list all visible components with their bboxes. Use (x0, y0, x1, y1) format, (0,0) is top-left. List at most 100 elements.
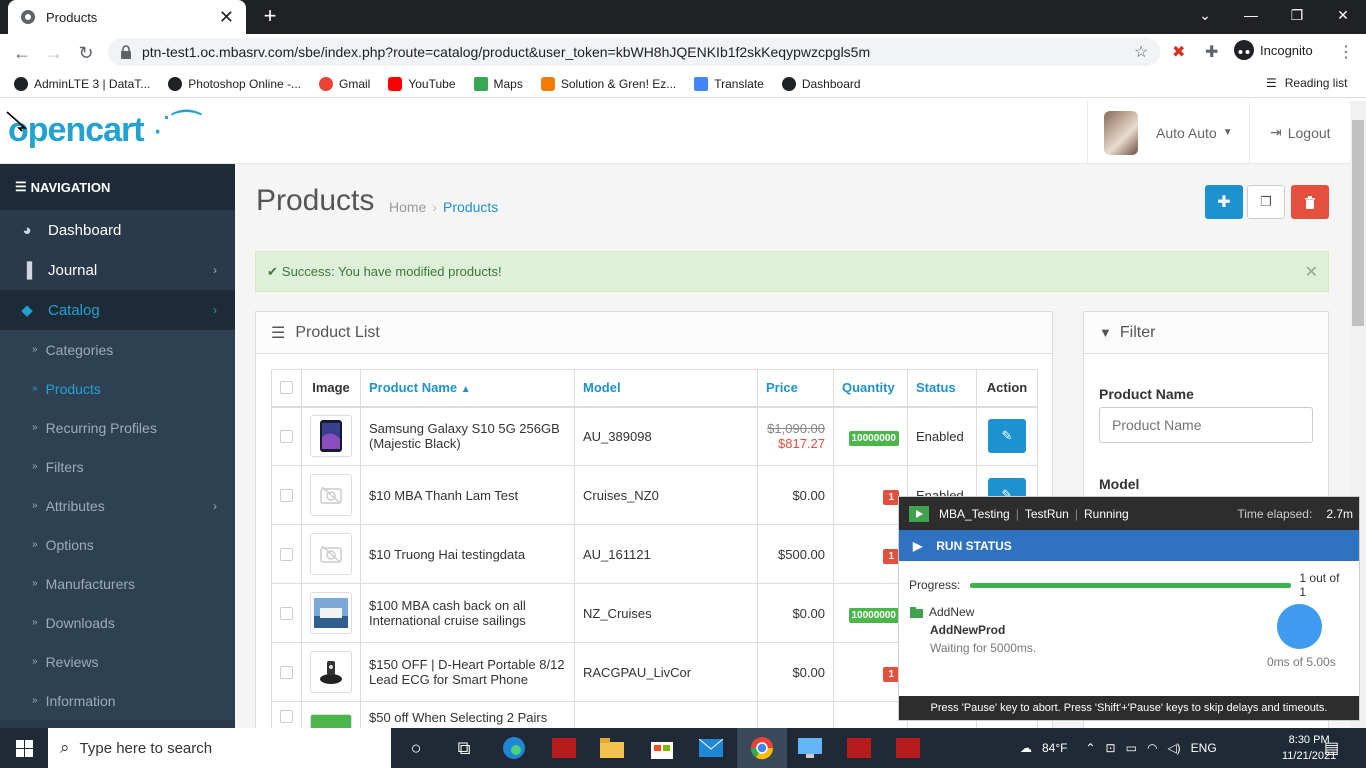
product-quantity: 1 (833, 524, 908, 584)
sign-out-icon: ⇥ (1270, 124, 1282, 140)
back-button[interactable]: ← (9, 40, 35, 66)
row-checkbox[interactable] (280, 429, 293, 443)
runner-progress: Progress: 1 out of 1 (909, 571, 1349, 599)
add-new-button[interactable]: ✚ (1205, 185, 1243, 219)
sidebar-item-dashboard[interactable]: ◕ Dashboard (0, 210, 235, 250)
bookmark-icon (168, 76, 183, 91)
runner-footer: Press 'Pause' key to abort. Press 'Shift… (899, 696, 1359, 720)
avatar (1104, 110, 1138, 155)
sidebar-subitem-filters[interactable]: » Filters (0, 447, 235, 486)
reading-list-button[interactable]: ☰ Reading list (1266, 76, 1347, 90)
runner-app-icon (909, 505, 929, 522)
battery-icon[interactable]: ▭ (1126, 741, 1137, 755)
bookmark-item[interactable]: Photoshop Online -... (168, 76, 301, 91)
weather-icon[interactable]: ☁ (1020, 741, 1032, 755)
column-quantity[interactable]: Quantity (833, 369, 908, 408)
user-menu[interactable]: Auto Auto ▼ (1087, 101, 1233, 164)
sidebar-subitem-reviews[interactable]: » Reviews (0, 642, 235, 681)
bookmark-item[interactable]: Dashboard (781, 76, 861, 91)
sidebar-subitem-options[interactable]: » Options (0, 525, 235, 564)
sidebar-subitem-attributes[interactable]: » Attributes › (0, 486, 235, 525)
edge-icon[interactable] (500, 734, 528, 762)
store-icon[interactable] (648, 734, 676, 762)
breadcrumb-home[interactable]: Home (389, 199, 426, 215)
row-checkbox[interactable] (280, 606, 293, 620)
column-model[interactable]: Model (574, 369, 758, 408)
sidebar-subitem-manufacturers[interactable]: » Manufacturers (0, 564, 235, 603)
incognito-indicator[interactable]: Incognito (1234, 40, 1313, 60)
network-icon[interactable]: ⊡ (1106, 741, 1116, 755)
delete-button[interactable] (1291, 185, 1329, 219)
temperature[interactable]: 84°F (1042, 741, 1067, 755)
close-window-button[interactable]: ✕ (1320, 0, 1366, 30)
chrome-icon[interactable] (748, 734, 776, 762)
column-price[interactable]: Price (757, 369, 834, 408)
bookmark-item[interactable]: YouTube (388, 76, 456, 91)
navigation-heading[interactable]: ☰ NAVIGATION (0, 164, 235, 210)
scrollbar-thumb[interactable] (1352, 120, 1364, 326)
mail-icon[interactable] (697, 734, 725, 762)
row-checkbox[interactable] (280, 488, 293, 502)
forward-button[interactable]: → (41, 40, 67, 66)
app-icon[interactable] (894, 734, 922, 762)
system-tray: ☁ 84°F ⌃ ⊡ ▭ ◠ ◁) ENG (1020, 728, 1217, 768)
menu-icon[interactable]: ⋮ (1338, 42, 1354, 62)
bookmark-item[interactable]: AdminLTE 3 | DataT... (14, 76, 150, 91)
opencart-logo[interactable]: opencart ·˙⁀ (8, 110, 200, 150)
task-view-icon[interactable]: ⧉ (450, 734, 478, 762)
sidebar-item-journal[interactable]: ▐ Journal › (0, 250, 235, 290)
bookmark-item[interactable]: Translate (694, 76, 764, 91)
windows-start-icon[interactable] (10, 734, 38, 762)
volume-icon[interactable]: ◁) (1167, 741, 1180, 755)
sidebar: ☰ NAVIGATION ◕ Dashboard ▐ Journal › ◆ Catalo… (0, 164, 235, 728)
browser-tab[interactable]: Products ✕ (8, 0, 246, 34)
run-status-bar[interactable]: ▶ RUN STATUS (899, 530, 1359, 561)
column-status[interactable]: Status (907, 369, 977, 408)
search-icon: ⌕ (60, 738, 70, 757)
taskbar-search[interactable]: ⌕ Type here to search (48, 728, 391, 768)
globe-icon (20, 9, 36, 25)
sidebar-subitem-information[interactable]: » Information (0, 681, 235, 720)
column-product-name[interactable]: Product Name ▲ (360, 369, 575, 408)
app-icon[interactable] (796, 734, 824, 762)
row-checkbox[interactable] (280, 547, 293, 561)
close-alert-button[interactable]: ✕ (1305, 262, 1318, 282)
file-explorer-icon[interactable] (598, 734, 626, 762)
cortana-icon[interactable]: ○ (402, 734, 430, 762)
address-bar[interactable]: ptn-test1.oc.mbasrv.com/sbe/index.php?ro… (108, 38, 1160, 66)
minimize-button[interactable]: — (1228, 0, 1274, 30)
notification-icon[interactable]: ▤ (1324, 738, 1339, 758)
bookmark-star-icon[interactable]: ☆ (1134, 42, 1148, 62)
logout-link[interactable]: ⇥ Logout (1249, 101, 1331, 164)
tab-search-icon[interactable]: ⌄ (1182, 0, 1228, 30)
app-icon[interactable] (550, 734, 578, 762)
bookmark-item[interactable]: Maps (473, 76, 523, 91)
filter-product-name-input[interactable] (1099, 407, 1313, 443)
breadcrumb-current[interactable]: Products (443, 199, 498, 215)
puzzle-icon[interactable]: ✚ (1205, 42, 1218, 62)
bookmark-item[interactable]: Solution & Gren! Ez... (540, 76, 676, 91)
extension-icon[interactable]: ✖ (1172, 42, 1185, 62)
product-thumbnail (310, 415, 352, 458)
product-name: $10 Truong Hai testingdata (360, 524, 575, 584)
copy-button[interactable]: ❐ (1247, 185, 1285, 219)
select-all-checkbox[interactable] (280, 381, 293, 395)
sidebar-subitem-categories[interactable]: » Categories (0, 330, 235, 369)
sidebar-item-catalog[interactable]: ◆ Catalog › (0, 290, 235, 330)
wifi-icon[interactable]: ◠ (1147, 741, 1157, 755)
edit-button[interactable]: ✎ (988, 419, 1026, 454)
close-tab-icon[interactable]: ✕ (219, 8, 234, 26)
new-tab-button[interactable]: + (258, 4, 282, 28)
sidebar-subitem-recurring-profiles[interactable]: » Recurring Profiles (0, 408, 235, 447)
app-icon[interactable] (845, 734, 873, 762)
bookmark-item[interactable]: Gmail (319, 76, 370, 91)
reload-button[interactable]: ↻ (73, 40, 99, 66)
row-checkbox[interactable] (280, 665, 293, 679)
sidebar-subitem-products[interactable]: » Products (0, 369, 235, 408)
sidebar-subitem-downloads[interactable]: » Downloads (0, 603, 235, 642)
restore-button[interactable]: ❐ (1274, 0, 1320, 30)
language-indicator[interactable]: ENG (1191, 741, 1217, 755)
tab-title: Products (46, 9, 98, 25)
row-checkbox[interactable] (280, 710, 293, 723)
chevron-up-icon[interactable]: ⌃ (1085, 741, 1095, 755)
